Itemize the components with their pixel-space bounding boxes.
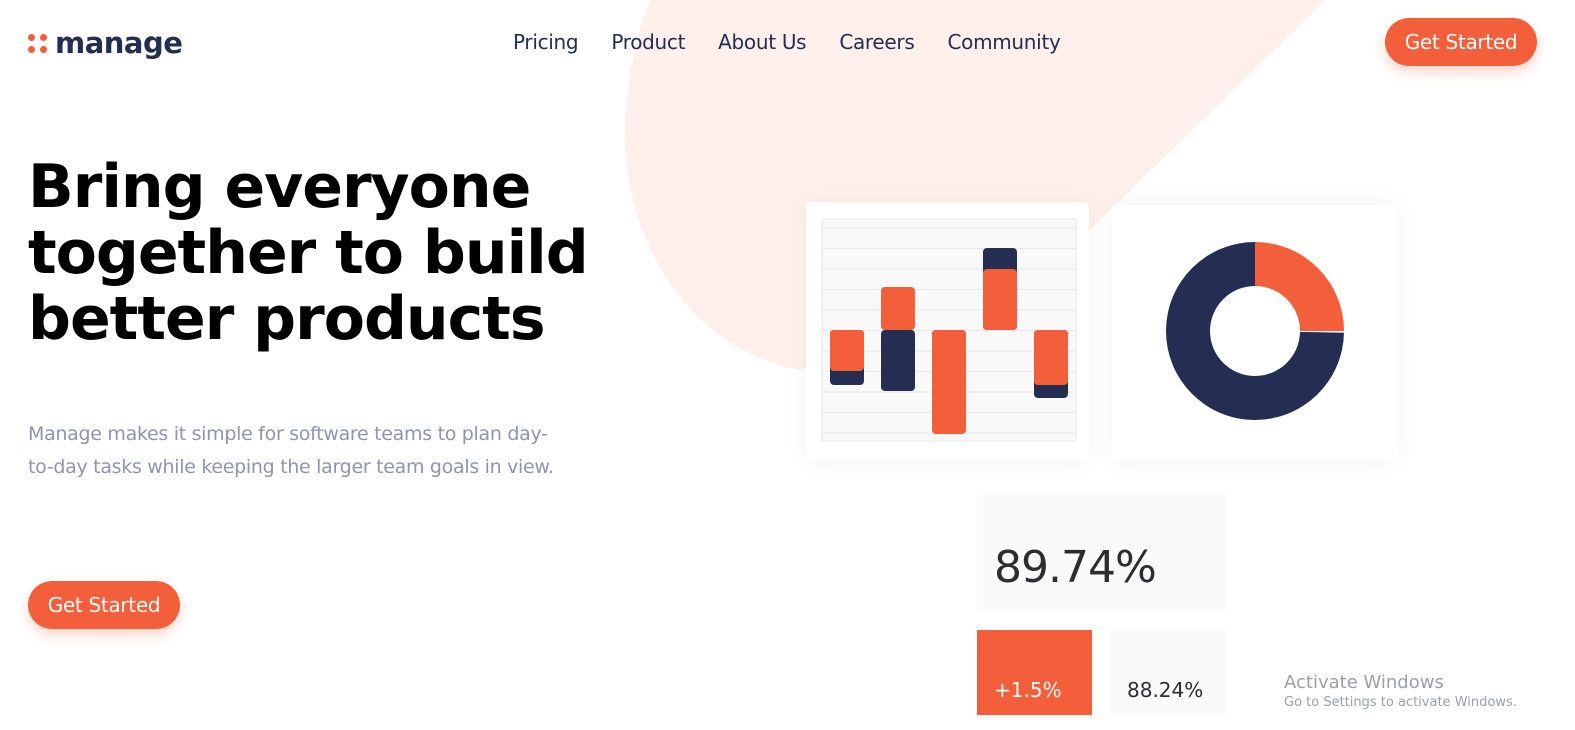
- nav-item-careers[interactable]: Careers: [839, 30, 914, 54]
- bar-navy-2: [881, 330, 915, 391]
- bar-orange-5: [1034, 330, 1068, 385]
- hero-get-started-button[interactable]: Get Started: [28, 581, 180, 629]
- bar-orange-4: [983, 269, 1017, 330]
- bar-orange-1: [830, 330, 864, 371]
- logo-icon: [28, 33, 47, 53]
- hero-title: Bring everyone together to build better …: [28, 152, 589, 354]
- nav-item-pricing[interactable]: Pricing: [513, 30, 579, 54]
- logo-text: manage: [55, 26, 183, 60]
- donut-chart-graphic: [1166, 242, 1344, 420]
- bar-orange-2: [881, 287, 915, 330]
- stat-main-card: 89.74%: [977, 494, 1225, 611]
- logo[interactable]: manage: [28, 26, 183, 60]
- stat-secondary-card: 88.24%: [1111, 630, 1225, 715]
- stat-main-value: 89.74%: [994, 542, 1157, 593]
- donut-chart-card: [1112, 205, 1397, 460]
- nav-item-product[interactable]: Product: [611, 30, 685, 54]
- donut-segment-orange: [1255, 242, 1344, 331]
- hero-description: Manage makes it simple for software team…: [28, 423, 554, 478]
- activate-windows-watermark: Activate Windows Go to Settings to activ…: [1284, 672, 1517, 712]
- stat-change-card: +1.5%: [977, 630, 1092, 715]
- bar-chart-graphic: [821, 218, 1077, 442]
- main-nav: Pricing Product About Us Careers Communi…: [513, 30, 1094, 54]
- nav-item-about-us[interactable]: About Us: [718, 30, 806, 54]
- stat-secondary-value: 88.24%: [1127, 678, 1204, 702]
- header-get-started-button[interactable]: Get Started: [1385, 18, 1537, 66]
- bar-chart-card: [806, 202, 1089, 460]
- nav-item-community[interactable]: Community: [947, 30, 1060, 54]
- watermark-subtitle: Go to Settings to activate Windows.: [1284, 695, 1517, 710]
- watermark-title: Activate Windows: [1284, 672, 1444, 693]
- bar-orange-3: [932, 330, 966, 434]
- stat-change-value: +1.5%: [994, 678, 1062, 702]
